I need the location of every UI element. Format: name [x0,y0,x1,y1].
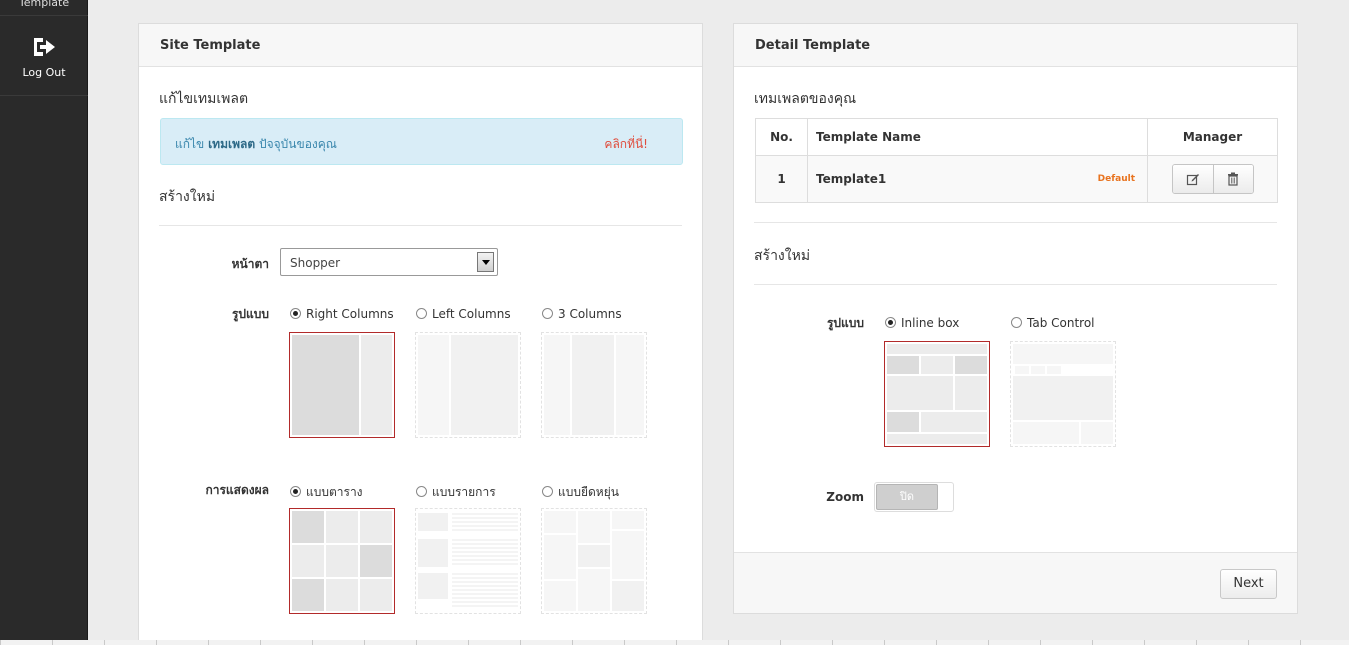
manager-buttons [1171,164,1254,194]
thumb-3-columns[interactable] [541,332,647,438]
bottom-scroll-strip [0,640,1349,645]
logout-button[interactable]: Log Out [0,30,88,96]
click-here-link[interactable]: คลิกที่นี่! [604,135,648,154]
radio-3-columns[interactable]: 3 Columns [542,307,622,321]
thumb-inline-box[interactable] [884,341,990,447]
theme-select[interactable]: Shopper [280,248,498,276]
divider [754,284,1277,285]
edit-icon [1186,174,1199,186]
sidebar: Template Log Out [0,0,88,640]
col-header-no: No. [755,118,808,156]
create-new-heading-detail: สร้างใหม่ [754,248,811,264]
thumb-flexible[interactable] [541,508,647,614]
thumb-grid[interactable] [289,508,395,614]
radio-right-columns[interactable]: Right Columns [290,307,394,321]
sidebar-item-label: Template [18,0,70,9]
radio-label: Inline box [901,316,960,330]
radio-dot[interactable] [542,486,553,497]
edit-template-alert: แก้ไข เทมเพลต ปัจจุบันของคุณ คลิกที่นี่! [160,118,683,165]
theme-select-value: Shopper [290,256,341,270]
template-name: Template1 [816,172,887,186]
delete-button[interactable] [1212,165,1253,193]
templates-table: No. Template Name Manager 1 Template1 De… [755,118,1278,203]
alert-suffix: ปัจจุบันของคุณ [259,137,337,151]
chevron-down-icon[interactable] [477,252,494,272]
divider [754,222,1277,223]
detail-template-title: Detail Template [734,24,1297,67]
theme-label: หน้าตา [231,257,269,271]
radio-dot[interactable] [416,486,427,497]
default-badge: Default [1097,174,1135,184]
radio-label: Left Columns [432,307,511,321]
sidebar-item-template[interactable]: Template [0,0,88,16]
cell-name: Template1 Default [807,155,1148,203]
divider [159,225,682,226]
radio-label: แบบรายการ [432,485,496,499]
radio-dot[interactable] [290,308,301,319]
thumb-right-columns[interactable] [289,332,395,438]
create-new-heading: สร้างใหม่ [159,189,216,205]
display-label: การแสดงผล [205,483,269,497]
site-template-panel: Site Template แก้ไขเทมเพลต แก้ไข เทมเพลต… [138,23,703,645]
table-row: 1 Template1 Default [755,155,1278,203]
radio-label: Right Columns [306,307,394,321]
detail-panel-footer: Next [734,552,1297,613]
trash-icon [1228,172,1238,186]
zoom-toggle[interactable]: ปิด [874,482,954,512]
radio-label: Tab Control [1027,316,1095,330]
zoom-label: Zoom [826,490,864,504]
radio-inline-box[interactable]: Inline box [885,316,959,330]
next-button[interactable]: Next [1220,569,1277,599]
col-header-name: Template Name [807,118,1148,156]
detail-layout-label: รูปแบบ [826,316,864,330]
layout-label: รูปแบบ [231,307,269,321]
thumb-left-columns[interactable] [415,332,521,438]
radio-flexible[interactable]: แบบยืดหยุ่น [542,483,619,502]
radio-tab-control[interactable]: Tab Control [1011,316,1095,330]
your-templates-heading: เทมเพลตของคุณ [754,91,857,107]
site-template-title: Site Template [139,24,702,67]
radio-grid[interactable]: แบบตาราง [290,483,363,502]
radio-dot[interactable] [885,317,896,328]
alert-bold: เทมเพลต [208,137,256,151]
alert-prefix: แก้ไข [175,137,205,151]
table-header-row: No. Template Name Manager [755,118,1278,156]
cell-manager [1147,155,1278,203]
edit-template-heading: แก้ไขเทมเพลต [159,91,249,107]
thumb-list[interactable] [415,508,521,614]
thumb-tab-control[interactable] [1010,341,1116,447]
radio-dot[interactable] [290,486,301,497]
cell-no: 1 [755,155,808,203]
radio-label: 3 Columns [558,307,622,321]
radio-label: แบบยืดหยุ่น [558,485,619,499]
radio-dot[interactable] [1011,317,1022,328]
col-header-manager: Manager [1147,118,1278,156]
detail-template-panel: Detail Template เทมเพลตของคุณ No. Templa… [733,23,1298,614]
alert-message: แก้ไข เทมเพลต ปัจจุบันของคุณ [175,135,337,154]
edit-button[interactable] [1172,165,1213,193]
radio-dot[interactable] [542,308,553,319]
radio-list[interactable]: แบบรายการ [416,483,496,502]
zoom-toggle-state: ปิด [876,484,938,510]
radio-left-columns[interactable]: Left Columns [416,307,511,321]
logout-icon [0,34,88,60]
radio-dot[interactable] [416,308,427,319]
logout-label: Log Out [22,66,66,79]
radio-label: แบบตาราง [306,485,363,499]
